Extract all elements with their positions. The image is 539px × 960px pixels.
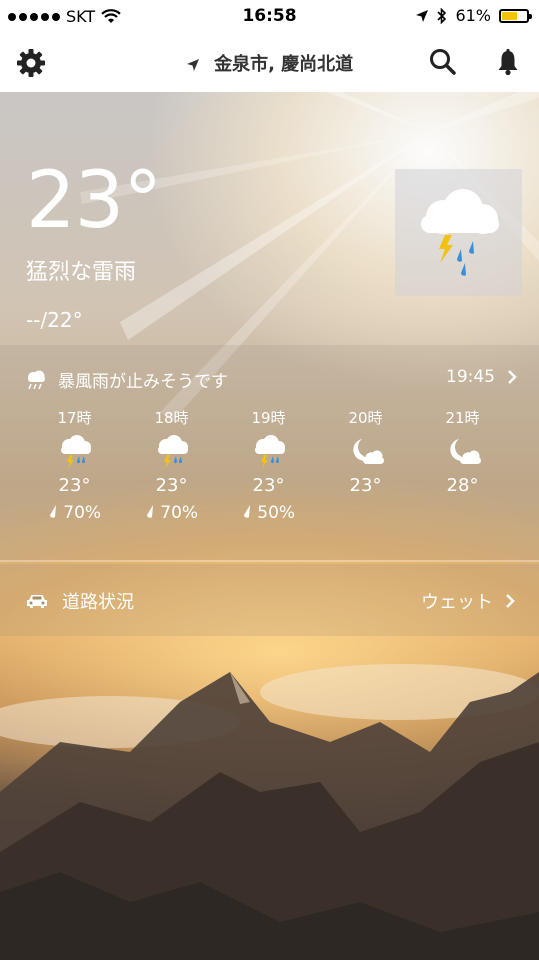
hourly-forecast-panel[interactable]: 暴風雨が止みそうです 19:45 17時 23° 70% 18時 23° 70%…: [0, 345, 539, 560]
current-weather-icon-box: [395, 169, 522, 296]
hour-label: 18時: [154, 409, 189, 427]
thunderstorm-icon: [157, 435, 188, 468]
status-bar: SKT 16:58 61%: [0, 0, 539, 34]
road-label: 道路状況: [62, 592, 134, 613]
hour-item: 19時 23° 50%: [220, 407, 317, 527]
panel-divider: [0, 560, 539, 562]
battery-icon: [499, 8, 532, 23]
hour-temperature: 23°: [155, 475, 188, 496]
battery-percent: 61%: [455, 6, 491, 25]
hour-temperature: 23°: [58, 475, 91, 496]
forecast-time: 19:45: [446, 367, 495, 387]
high-low-temperature: --/22°: [26, 308, 83, 332]
hour-precipitation: 50%: [220, 503, 317, 527]
hour-precipitation: [414, 503, 511, 527]
hour-item: 20時 23°: [317, 407, 414, 527]
hour-precipitation: [317, 503, 414, 527]
current-weather: 23° 猛烈な雷雨 --/22°: [26, 156, 162, 332]
hour-temperature: 28°: [446, 475, 479, 496]
hour-precipitation: 70%: [123, 503, 220, 527]
nav-bar: 金泉市, 慶尚北道: [0, 34, 539, 92]
location-services-icon: [416, 9, 429, 22]
hour-item: 21時 28°: [414, 407, 511, 527]
thunderstorm-icon: [60, 435, 91, 468]
hour-precipitation: 70%: [26, 503, 123, 527]
battery-fill: [502, 11, 517, 20]
moon-cloud-icon: [449, 439, 481, 464]
status-right-group: 61%: [415, 6, 532, 25]
current-condition: 猛烈な雷雨: [26, 260, 137, 285]
thunderstorm-icon: [254, 435, 285, 468]
hour-item: 18時 23° 70%: [123, 407, 220, 527]
road-status: ウェット: [421, 592, 493, 613]
car-icon: [27, 595, 47, 608]
hour-label: 20時: [348, 409, 383, 427]
road-status-link[interactable]: ウェット: [421, 588, 515, 614]
hour-temperature: 23°: [252, 475, 285, 496]
hour-label: 21時: [445, 409, 480, 427]
search-icon[interactable]: [427, 46, 459, 78]
chevron-right-icon: [508, 370, 517, 384]
road-label-group: 道路状況: [26, 588, 134, 614]
mountain-landscape: [0, 664, 539, 960]
rain-cloud-icon: [28, 370, 45, 389]
thunderstorm-icon: [421, 189, 499, 276]
weather-background: 23° 猛烈な雷雨 --/22° 暴風雨が止みそうです 19:45 17時 23…: [0, 92, 539, 960]
location-arrow-icon: [186, 59, 199, 71]
bell-icon[interactable]: [492, 46, 524, 78]
hour-temperature: 23°: [349, 475, 382, 496]
location-name: 金泉市, 慶尚北道: [214, 54, 354, 75]
moon-cloud-icon: [352, 439, 384, 464]
hourly-list: 17時 23° 70% 18時 23° 70% 19時 23° 50% 20時 …: [26, 407, 516, 527]
bluetooth-icon: [437, 7, 447, 24]
hour-label: 17時: [57, 409, 92, 427]
forecast-headline: 暴風雨が止みそうです: [58, 372, 228, 392]
raindrop-icon: [146, 505, 153, 518]
hour-label: 19時: [251, 409, 286, 427]
raindrop-icon: [243, 505, 250, 518]
forecast-time-link[interactable]: 19:45: [446, 367, 517, 387]
raindrop-icon: [49, 505, 56, 518]
hour-item: 17時 23° 70%: [26, 407, 123, 527]
forecast-headline-row: 暴風雨が止みそうです: [24, 367, 228, 392]
chevron-right-icon: [506, 594, 515, 608]
current-temperature: 23°: [26, 156, 162, 246]
road-conditions-row[interactable]: 道路状況 ウェット: [0, 564, 539, 636]
